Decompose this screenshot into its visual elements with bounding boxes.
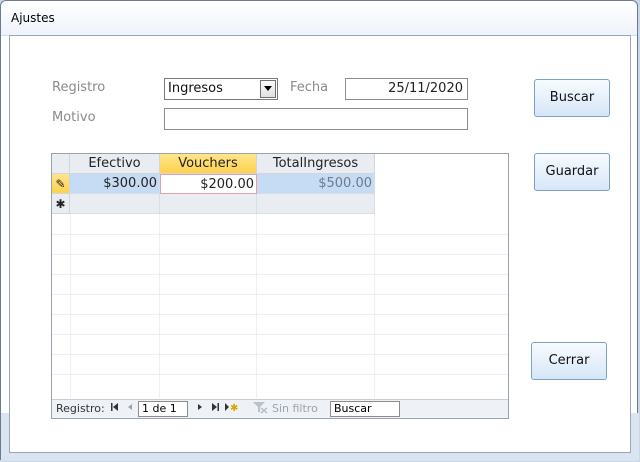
navigator-search-field[interactable]: Buscar (330, 401, 400, 417)
ajustes-window: Ajustes Registro Ingresos Fecha 25/11/20… (0, 0, 639, 461)
buscar-button[interactable]: Buscar (534, 79, 610, 117)
first-record-icon[interactable] (110, 401, 120, 416)
new-record-nav-icon[interactable]: ✱ (224, 401, 238, 416)
new-cell-efectivo[interactable] (70, 194, 160, 214)
fecha-field[interactable]: 25/11/2020 (345, 78, 468, 100)
guardar-button[interactable]: Guardar (534, 153, 610, 191)
registro-label: Registro (52, 80, 106, 95)
new-cell-vouchers[interactable] (160, 194, 257, 214)
window-title: Ajustes (11, 11, 55, 25)
cell-vouchers[interactable]: $200.00 (160, 174, 257, 194)
svg-text:✱: ✱ (230, 403, 238, 413)
column-header-vouchers[interactable]: Vouchers (160, 154, 257, 174)
motivo-field[interactable] (164, 108, 468, 130)
grid-line (52, 334, 508, 335)
record-navigator: Registro: 1 de 1 ✱ Sin filtro Buscar (52, 399, 508, 418)
grid-line (52, 274, 508, 275)
grid-line (52, 234, 508, 235)
new-cell-totalingresos[interactable] (257, 194, 375, 214)
filter-status[interactable]: Sin filtro (272, 402, 318, 415)
previous-record-icon[interactable] (126, 401, 134, 416)
next-record-icon[interactable] (196, 401, 204, 416)
registro-combobox[interactable]: Ingresos (164, 78, 278, 100)
grid-line (52, 354, 508, 355)
grid-line (52, 254, 508, 255)
title-bar: Ajustes (1, 1, 637, 36)
select-all-corner[interactable] (52, 154, 70, 174)
grid-line (52, 374, 508, 375)
cell-efectivo[interactable]: $300.00 (70, 174, 160, 194)
column-header-efectivo[interactable]: Efectivo (70, 154, 160, 174)
registro-value: Ingresos (168, 81, 223, 96)
navigator-label: Registro: (56, 402, 105, 415)
last-record-icon[interactable] (210, 401, 220, 416)
new-record-icon[interactable]: ✱ (52, 194, 70, 214)
filter-icon[interactable] (252, 400, 268, 417)
motivo-label: Motivo (52, 110, 96, 125)
column-header-totalingresos[interactable]: TotalIngresos (257, 154, 375, 174)
record-position-field[interactable]: 1 de 1 (138, 401, 188, 417)
fecha-label: Fecha (290, 80, 329, 95)
chevron-down-icon[interactable] (260, 80, 276, 98)
grid-line (52, 294, 508, 295)
grid-line (52, 314, 508, 315)
cell-totalingresos[interactable]: $500.00 (257, 174, 375, 194)
pencil-icon[interactable]: ✎ (52, 174, 70, 194)
datasheet-grid[interactable]: Efectivo Vouchers TotalIngresos ✎ $300.0… (51, 153, 509, 419)
cerrar-button[interactable]: Cerrar (531, 342, 607, 380)
